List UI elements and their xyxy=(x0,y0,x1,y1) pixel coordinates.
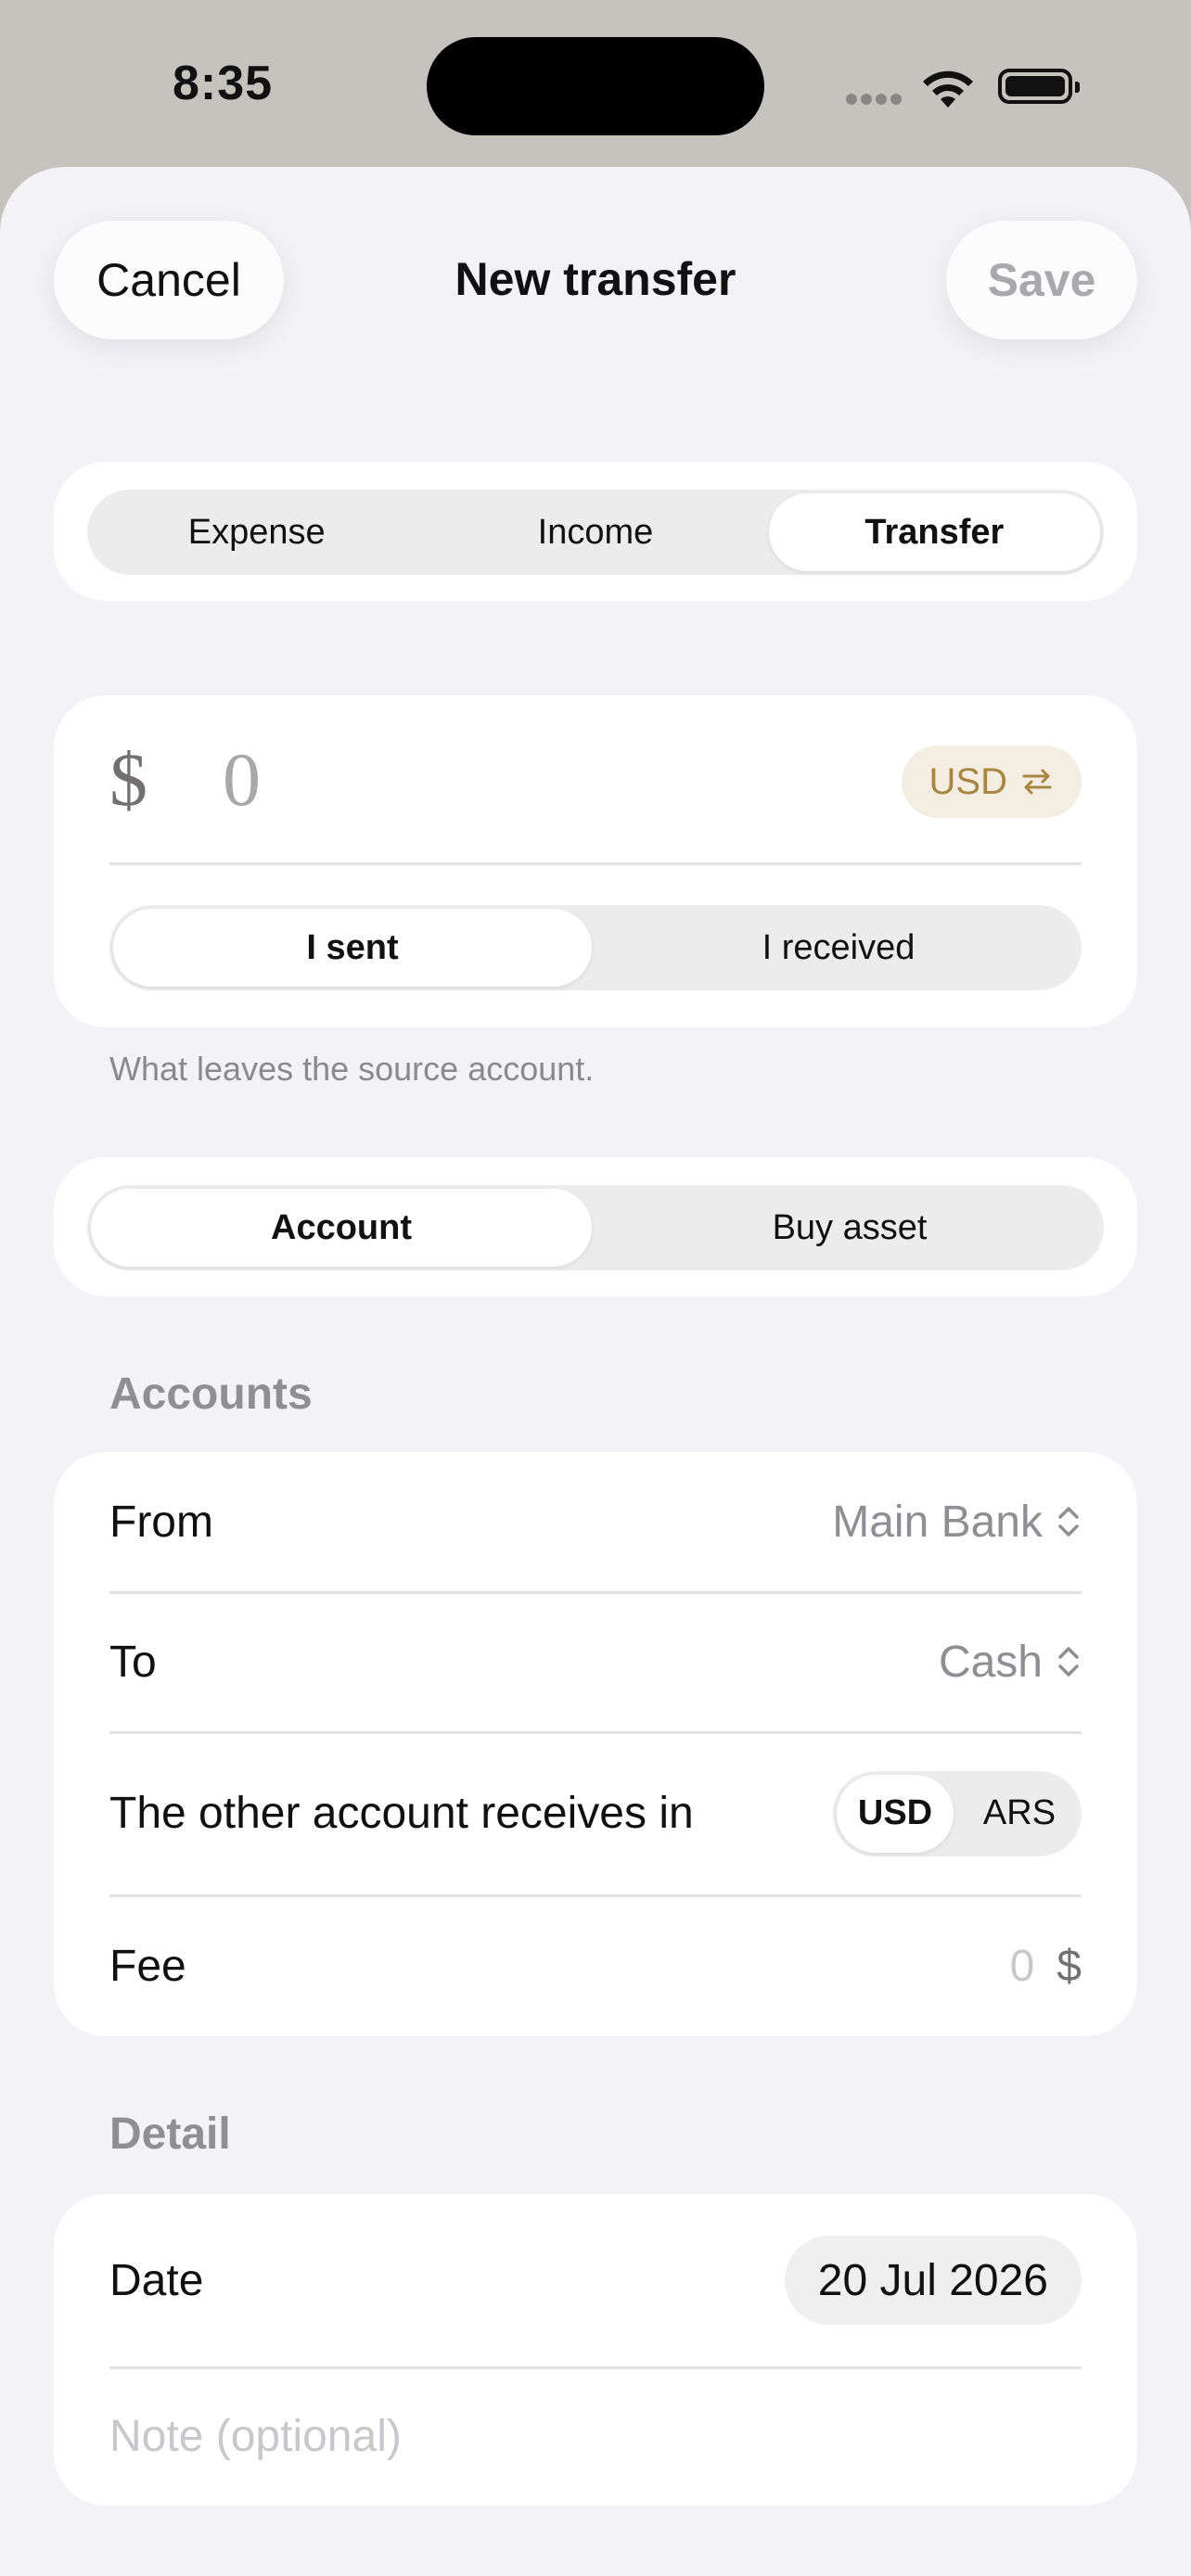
fee-value: 0 xyxy=(1009,1941,1035,1991)
from-value: Main Bank xyxy=(832,1497,1043,1547)
wifi-icon xyxy=(920,67,976,114)
fee-label: Fee xyxy=(109,1941,186,1991)
option-i-sent[interactable]: I sent xyxy=(113,909,592,987)
currency-symbol: $ xyxy=(109,737,147,822)
accounts-section-label: Accounts xyxy=(109,1370,313,1419)
status-time: 8:35 xyxy=(173,57,274,110)
from-row[interactable]: From Main Bank xyxy=(109,1452,1082,1594)
note-field[interactable]: Note (optional) xyxy=(109,2367,1082,2506)
receives-currency-segmented: USD ARS xyxy=(833,1770,1082,1856)
destination-segmented: Account Buy asset xyxy=(87,1185,1104,1270)
status-bar: 8:35 xyxy=(0,0,1191,167)
direction-segmented: I sent I received xyxy=(109,905,1082,990)
option-i-received[interactable]: I received xyxy=(599,909,1078,987)
to-picker[interactable]: Cash xyxy=(939,1637,1082,1688)
transaction-type-segmented: Expense Income Transfer xyxy=(87,490,1104,575)
option-buy-asset[interactable]: Buy asset xyxy=(599,1189,1100,1267)
to-value: Cash xyxy=(938,1637,1043,1687)
to-row[interactable]: To Cash xyxy=(109,1592,1082,1734)
chevron-up-down-icon xyxy=(1058,1647,1079,1677)
amount-row: $ 0 USD xyxy=(109,695,1082,865)
option-usd[interactable]: USD xyxy=(837,1774,954,1853)
option-account[interactable]: Account xyxy=(91,1189,592,1267)
tab-income[interactable]: Income xyxy=(429,493,761,571)
destination-card: Account Buy asset xyxy=(54,1157,1137,1296)
chevron-up-down-icon xyxy=(1058,1507,1079,1537)
fee-row: Fee 0 $ xyxy=(109,1895,1082,2036)
date-picker[interactable]: 20 Jul 2026 xyxy=(784,2236,1082,2325)
cellular-signal-icon xyxy=(846,93,905,109)
option-ars[interactable]: ARS xyxy=(961,1775,1078,1853)
direction-hint: What leaves the source account. xyxy=(109,1050,595,1088)
dynamic-island xyxy=(427,37,764,135)
save-button[interactable]: Save xyxy=(946,221,1137,339)
detail-section-label: Detail xyxy=(109,2110,231,2159)
receives-label: The other account receives in xyxy=(109,1789,694,1838)
battery-icon xyxy=(998,69,1080,104)
to-label: To xyxy=(109,1637,157,1687)
swap-arrows-icon xyxy=(1022,769,1052,795)
fee-currency-symbol: $ xyxy=(1057,1941,1082,1991)
amount-card: $ 0 USD I sent I received xyxy=(54,695,1137,1027)
modal-sheet: Cancel New transfer Save Expense Income … xyxy=(0,167,1191,2576)
tab-expense[interactable]: Expense xyxy=(91,493,422,571)
date-label: Date xyxy=(109,2255,204,2305)
tab-transfer[interactable]: Transfer xyxy=(768,493,1100,571)
from-label: From xyxy=(109,1497,213,1547)
note-placeholder: Note (optional) xyxy=(109,2412,402,2461)
receives-currency-row: The other account receives in USD ARS xyxy=(109,1732,1082,1897)
from-picker[interactable]: Main Bank xyxy=(832,1497,1082,1548)
detail-card: Date 20 Jul 2026 Note (optional) xyxy=(54,2194,1137,2506)
currency-switch-button[interactable]: USD xyxy=(901,746,1082,818)
accounts-card: From Main Bank To Cash The other account… xyxy=(54,1452,1137,2036)
currency-code: USD xyxy=(928,760,1007,802)
amount-input[interactable]: 0 xyxy=(223,736,261,823)
date-row: Date 20 Jul 2026 xyxy=(109,2194,1082,2369)
fee-input[interactable]: 0 $ xyxy=(1010,1941,1082,1992)
transaction-type-card: Expense Income Transfer xyxy=(54,462,1137,601)
